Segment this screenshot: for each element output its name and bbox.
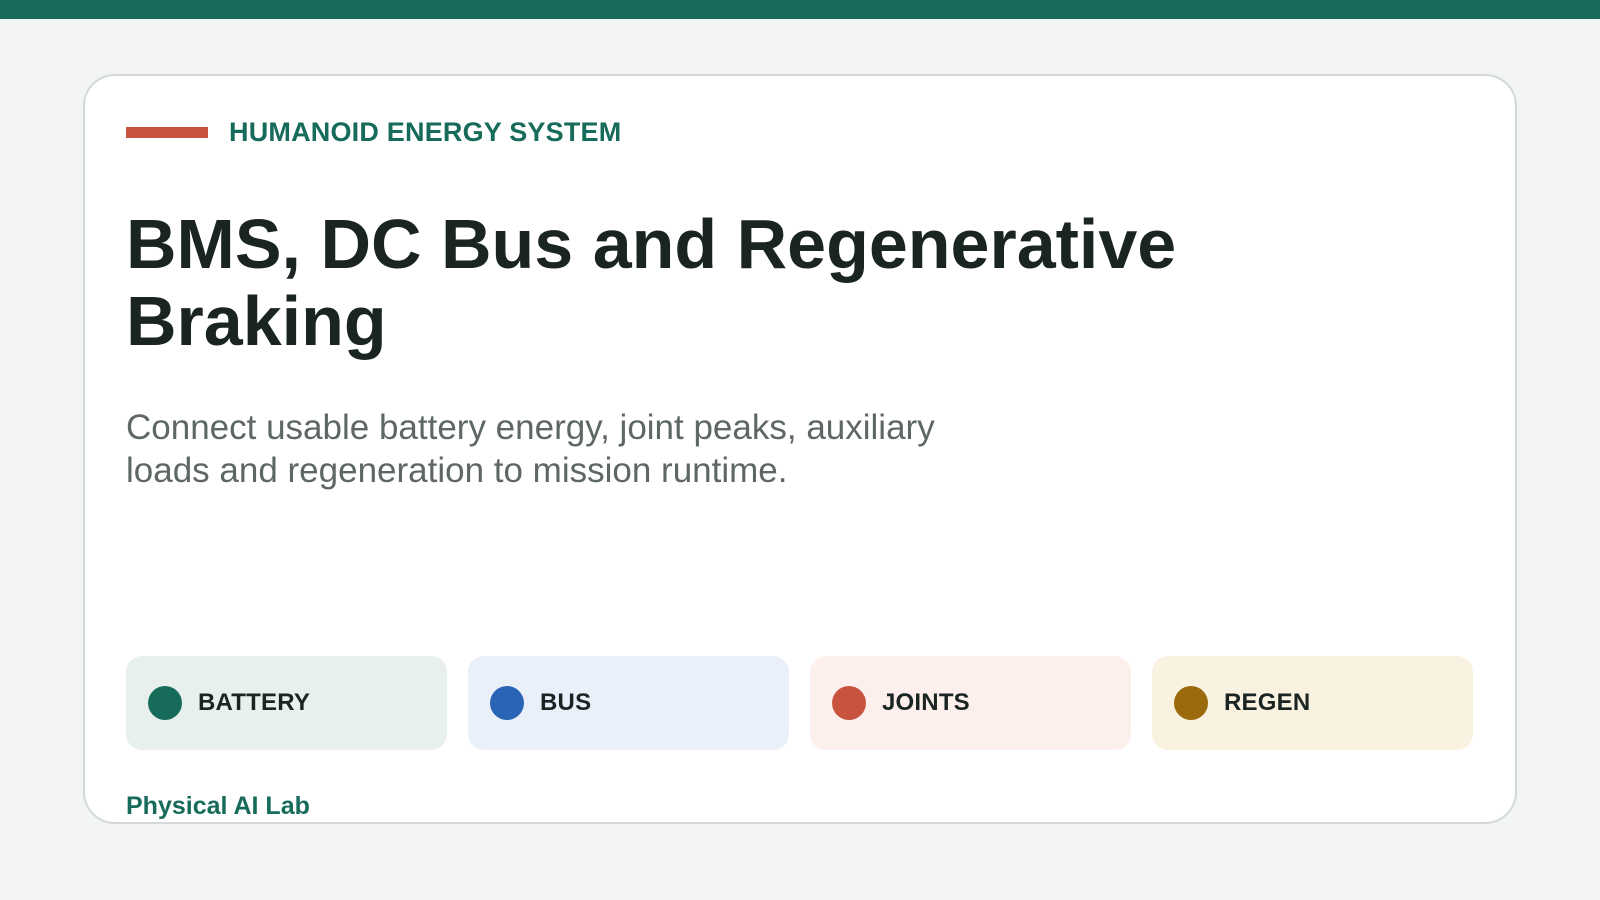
topic-chips: BATTERY BUS JOINTS REGEN <box>126 656 1473 750</box>
chip-label: JOINTS <box>882 689 970 716</box>
top-accent-bar <box>0 0 1600 19</box>
chip-bus: BUS <box>468 656 789 750</box>
eyebrow-rule <box>126 126 208 138</box>
chip-battery: BATTERY <box>126 656 447 750</box>
joints-dot-icon <box>832 686 866 720</box>
eyebrow-text: HUMANOID ENERGY SYSTEM <box>229 116 622 147</box>
page-title: BMS, DC Bus and Regenerative Braking <box>126 205 1177 360</box>
regen-dot-icon <box>1174 686 1208 720</box>
chip-label: REGEN <box>1224 689 1311 716</box>
footer-brand: Physical AI Lab <box>126 792 310 820</box>
battery-dot-icon <box>148 686 182 720</box>
chip-label: BATTERY <box>198 689 311 716</box>
page-subtitle: Connect usable battery energy, joint pea… <box>126 408 935 490</box>
hero-card: HUMANOID ENERGY SYSTEM BMS, DC Bus and R… <box>83 74 1517 824</box>
chip-joints: JOINTS <box>810 656 1131 750</box>
chip-regen: REGEN <box>1152 656 1473 750</box>
bus-dot-icon <box>490 686 524 720</box>
eyebrow: HUMANOID ENERGY SYSTEM <box>126 114 621 150</box>
chip-label: BUS <box>540 689 592 716</box>
